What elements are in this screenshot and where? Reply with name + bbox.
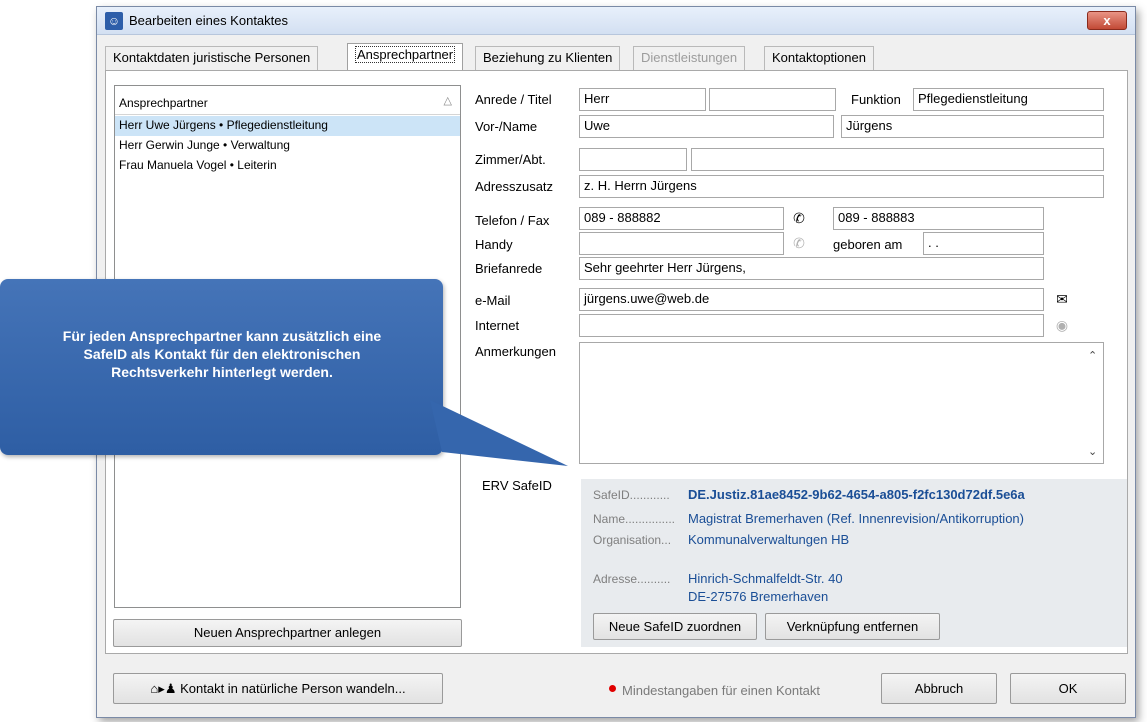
callout-pointer [430,400,568,466]
